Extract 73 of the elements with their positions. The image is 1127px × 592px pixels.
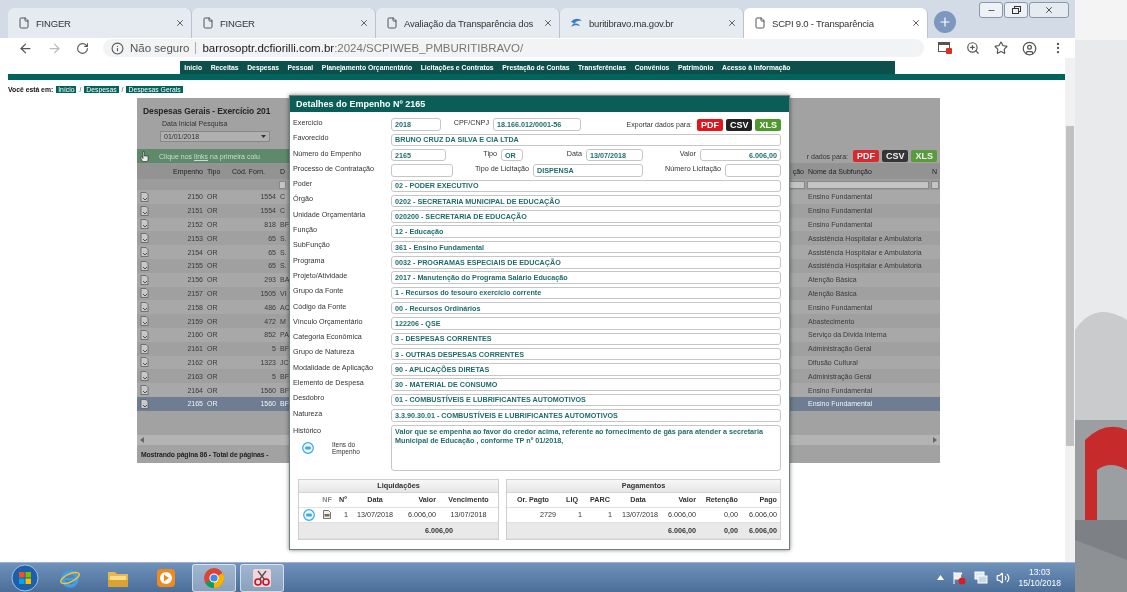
page-icon [202, 17, 214, 29]
caret-icon [261, 135, 266, 138]
document-icon[interactable] [140, 343, 149, 354]
document-icon[interactable] [140, 274, 149, 285]
page-icon [386, 17, 398, 29]
document-icon[interactable] [140, 260, 149, 271]
document-icon[interactable] [140, 205, 149, 216]
speaker-icon[interactable] [996, 570, 1011, 585]
document-icon[interactable] [140, 233, 149, 244]
document-icon[interactable] [140, 357, 149, 368]
browser-tab[interactable]: FINGER [8, 8, 192, 38]
clock[interactable]: 13:03 15/10/2018 [1018, 566, 1061, 589]
address-bar[interactable]: Não seguro barrosoptr.dcfiorilli.com.br:2024/SCPIWEB_PMBURITIBRAVO/ [103, 39, 924, 57]
taskbar-app[interactable] [240, 563, 284, 592]
export-button[interactable]: PDF [852, 150, 879, 162]
panel-title: Despesas Gerais - Exercício 201 [142, 105, 271, 116]
browser-tab[interactable]: Avaliação da Transparência dos [376, 8, 560, 38]
filter-field[interactable] [279, 180, 286, 189]
left-arrow-icon[interactable] [140, 437, 144, 443]
info-icon[interactable] [111, 41, 124, 55]
page-icon [18, 17, 30, 29]
tray-arrow-icon[interactable] [937, 575, 945, 580]
field-value [391, 164, 453, 177]
popup-blocked-icon[interactable] [938, 42, 952, 54]
browser-tab[interactable]: buritibravo.ma.gov.br [560, 8, 744, 38]
network-icon[interactable] [974, 571, 989, 584]
star-icon[interactable] [994, 41, 1008, 55]
document-icon[interactable] [140, 191, 149, 202]
hand-pointer-icon [140, 150, 149, 162]
field-value [725, 164, 781, 177]
reload-icon[interactable] [76, 41, 89, 55]
browser-tab[interactable]: SCPI 9.0 - Transparência [744, 8, 928, 38]
close-icon[interactable] [727, 18, 737, 28]
document-icon[interactable] [140, 247, 149, 258]
close-icon [1044, 5, 1054, 15]
filter-field[interactable] [931, 180, 939, 189]
close-icon[interactable] [543, 18, 553, 28]
document-icon[interactable] [140, 302, 149, 313]
export-button[interactable]: PDF [696, 118, 723, 131]
document-icon[interactable] [140, 316, 149, 327]
export-button[interactable]: CSV [881, 150, 909, 162]
document-icon[interactable] [140, 288, 149, 299]
back-icon[interactable] [18, 40, 33, 56]
close-icon[interactable] [359, 18, 369, 28]
browser-tab[interactable]: FINGER [192, 8, 376, 38]
document-icon[interactable] [140, 385, 149, 396]
close-icon[interactable] [911, 18, 921, 28]
items-icon[interactable] [303, 508, 315, 521]
taskbar-app[interactable] [192, 563, 236, 592]
plus-icon [938, 15, 952, 29]
close-icon[interactable] [175, 18, 185, 28]
document-icon[interactable] [140, 371, 149, 382]
document-icon[interactable] [323, 510, 331, 520]
page-icon [754, 17, 766, 29]
zoom-icon[interactable] [966, 41, 980, 55]
restore-icon [1011, 6, 1021, 14]
right-arrow-icon[interactable] [933, 437, 937, 443]
document-icon[interactable] [140, 398, 149, 409]
items-icon[interactable] [302, 442, 314, 455]
vertical-scrollbar[interactable] [1065, 58, 1075, 562]
export-button[interactable]: CSV [725, 118, 753, 131]
chrome-icon [203, 566, 225, 589]
dialog-title: Detalhes do Empenho Nº 2165 [290, 96, 789, 112]
export-button[interactable]: XLS [755, 118, 781, 131]
document-icon[interactable] [140, 329, 149, 340]
flag-icon[interactable] [952, 570, 967, 585]
document-icon[interactable] [140, 219, 149, 230]
restore-button[interactable] [1004, 2, 1028, 18]
play-icon [156, 567, 176, 588]
swirl-icon [570, 17, 583, 29]
filter-field[interactable] [807, 180, 929, 189]
account-icon[interactable] [1022, 40, 1037, 56]
scissors-icon [251, 566, 273, 589]
